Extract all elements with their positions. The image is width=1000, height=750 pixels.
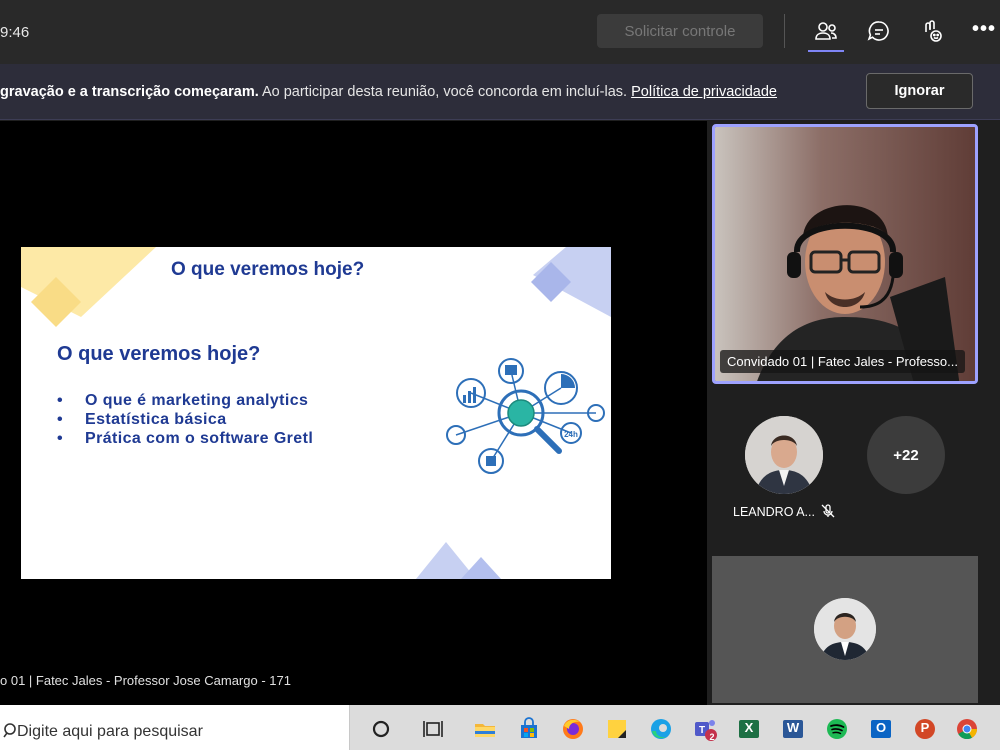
file-explorer-icon[interactable] (472, 716, 498, 742)
presentation-slide: O que veremos hoje? O que veremos hoje? … (21, 247, 611, 579)
participants-active-indicator (808, 50, 844, 52)
presenter-caption: o 01 | Fatec Jales - Professor Jose Cama… (0, 673, 291, 688)
toolbar-divider (784, 14, 785, 48)
ignore-button[interactable]: Ignorar (866, 73, 973, 109)
avatar-participant[interactable] (814, 598, 876, 660)
slide-bullet-item: • O que é marketing analytics (57, 392, 309, 409)
recording-notice-banner: gravação e a transcrição começaram. Ao p… (0, 64, 1000, 120)
slide-title: O que veremos hoje? (171, 259, 365, 280)
spotify-icon[interactable] (824, 716, 850, 742)
teams-meeting-window: 9:46 Solicitar controle ••• gravação e a… (0, 0, 1000, 750)
participant-video-feed (715, 127, 975, 381)
privacy-policy-link[interactable]: Política de privacidade (631, 84, 777, 100)
word-icon-letter: W (786, 720, 800, 735)
excel-icon-letter: X (744, 720, 754, 735)
teams-notification-badge: 2 (709, 732, 715, 742)
microsoft-store-icon[interactable] (516, 716, 542, 742)
svg-text:T: T (699, 725, 705, 736)
firefox-icon[interactable] (560, 716, 586, 742)
powerpoint-icon-letter: P (920, 720, 930, 735)
recording-notice-bold: gravação e a transcrição começaram. (0, 84, 259, 100)
avatar-leandro[interactable] (745, 416, 823, 494)
slide-heading: O que veremos hoje? (57, 343, 261, 365)
edge-icon[interactable] (648, 716, 674, 742)
mic-muted-icon (820, 503, 836, 519)
badge-24h: 24h (564, 430, 578, 439)
meeting-toolbar (0, 0, 1000, 64)
slide-bullet-item: • Prática com o software Gretl (57, 430, 314, 447)
cortana-icon[interactable] (368, 716, 394, 742)
participants-icon[interactable] (812, 18, 840, 46)
chat-icon[interactable] (865, 18, 893, 46)
task-view-icon[interactable] (420, 716, 446, 742)
more-options-icon[interactable]: ••• (972, 18, 996, 41)
participant-name-leandro: LEANDRO A... (733, 505, 815, 519)
analytics-illustration: 24h (446, 358, 605, 474)
slide-bullet-item: • Estatística básica (57, 411, 227, 428)
search-icon (0, 719, 16, 745)
more-participants-button[interactable]: +22 (867, 416, 945, 494)
request-control-button[interactable]: Solicitar controle (597, 14, 763, 48)
recording-notice-text: gravação e a transcrição começaram. Ao p… (0, 84, 777, 100)
outlook-icon-letter: O (875, 720, 887, 735)
recording-notice-body: Ao participar desta reunião, você concor… (258, 84, 632, 100)
chrome-icon[interactable] (954, 716, 980, 742)
participant-video-name: Convidado 01 | Fatec Jales - Professo... (720, 350, 965, 373)
sticky-notes-icon[interactable] (604, 716, 630, 742)
meeting-timer: 9:46 (0, 24, 30, 41)
taskbar-search-placeholder: Digite aqui para pesquisar (17, 723, 203, 740)
slide-bullet-list: • O que é marketing analytics • Estatístic… (57, 391, 313, 448)
participant-video-tile[interactable] (712, 124, 978, 384)
reactions-icon[interactable] (918, 18, 946, 46)
